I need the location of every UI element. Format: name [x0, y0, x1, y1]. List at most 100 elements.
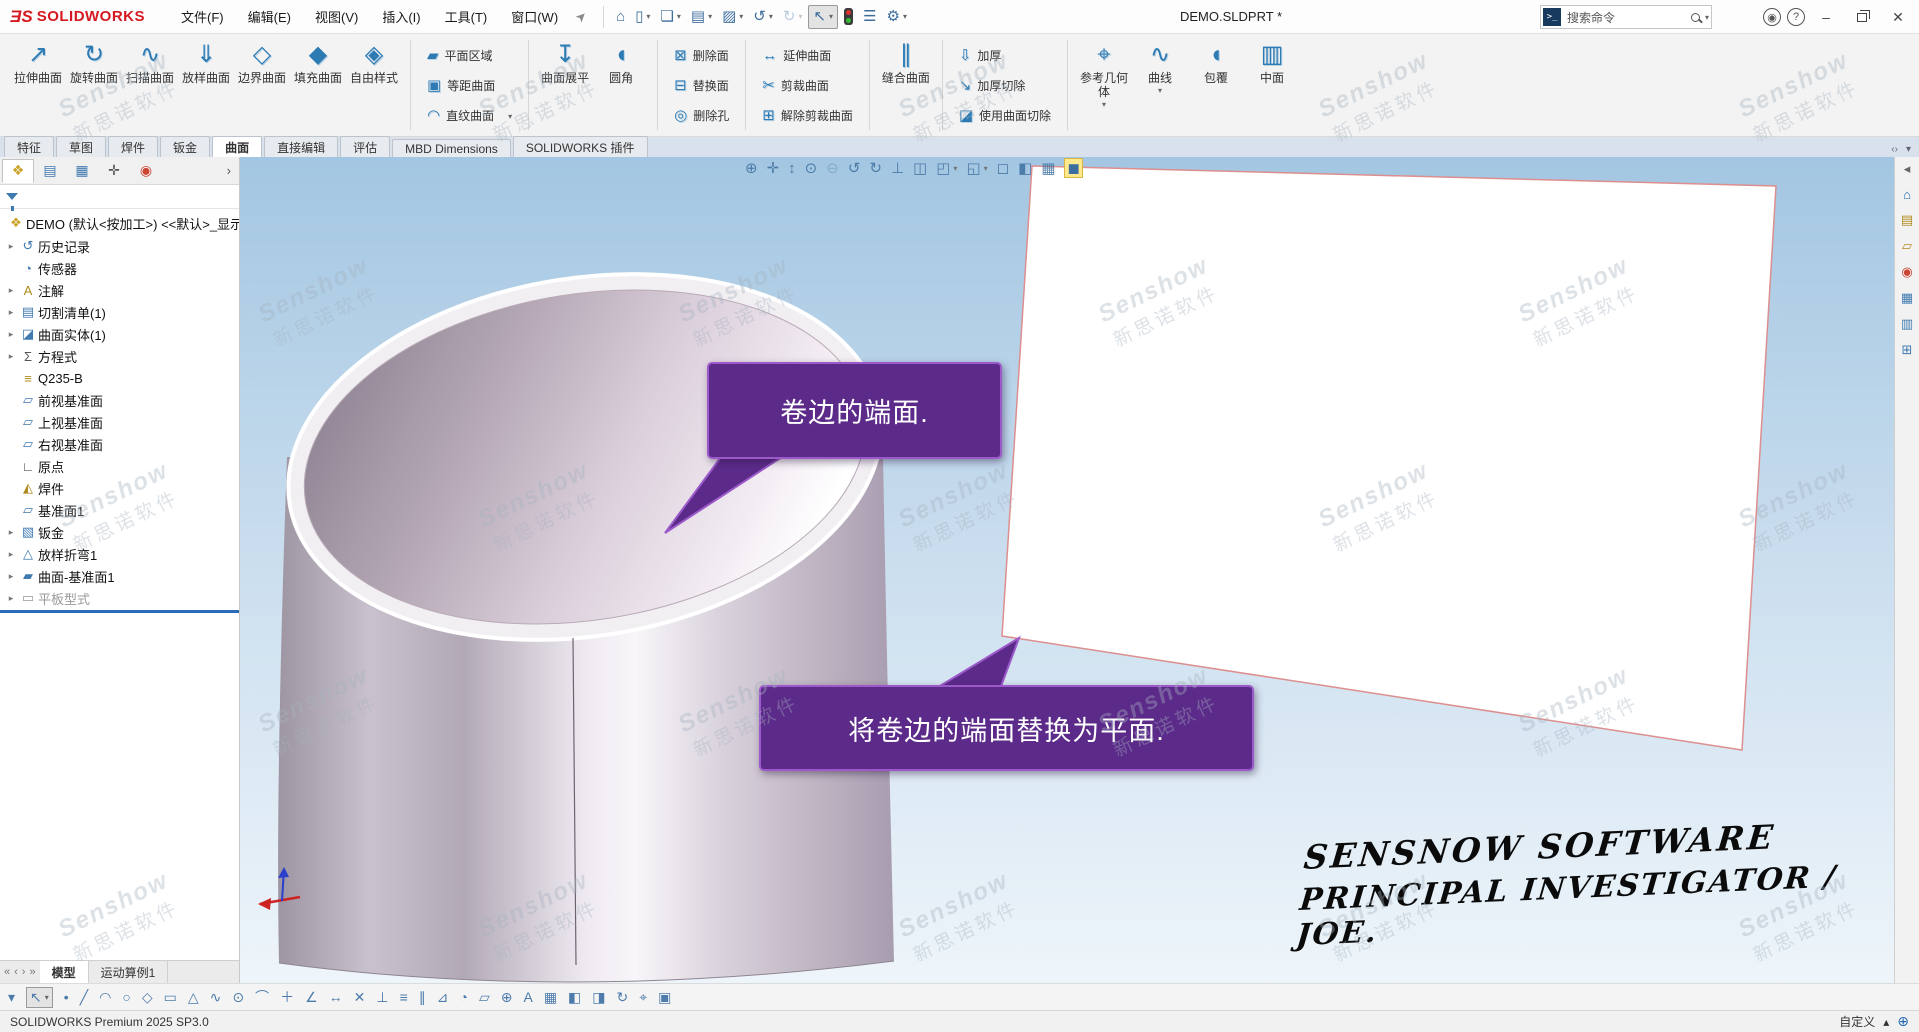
ribbon-button-等距曲面[interactable]: ▣等距曲面	[423, 71, 516, 101]
ribbon-button-自由样式[interactable]: ◈自由样式	[346, 38, 402, 85]
ribbon-button-删除孔[interactable]: ◎删除孔	[670, 101, 733, 131]
forum-icon[interactable]: ▥	[1901, 316, 1913, 332]
ribbon-button-缝合曲面[interactable]: ∥缝合曲面	[878, 38, 934, 85]
ribbon-button-填充曲面[interactable]: ◆填充曲面	[290, 38, 346, 85]
menu-文件(F)[interactable]: 文件(F)	[171, 3, 234, 30]
ribbon-button-旋转曲面[interactable]: ↻旋转曲面	[66, 38, 122, 85]
dropdown-caret[interactable]: ▾	[45, 993, 49, 1002]
circle-tool-icon[interactable]: ○	[122, 989, 130, 1005]
expand-arrow-icon[interactable]: ▸	[4, 549, 18, 560]
dropdown-caret[interactable]: ▾	[984, 164, 988, 173]
options-button[interactable]: ⚙▾	[883, 6, 911, 28]
tab-scroll-icon[interactable]: ‹›	[1891, 144, 1898, 155]
ribbon-button-放样曲面[interactable]: ⇓放样曲面	[178, 38, 234, 85]
angle-tool-icon[interactable]: ∠	[305, 989, 318, 1006]
dropdown-caret[interactable]: ▾	[508, 112, 512, 121]
select-tool-icon[interactable]: ↖▾	[26, 987, 53, 1008]
tree-item-原点[interactable]: ∟原点	[0, 455, 239, 477]
propertymanager-tab[interactable]: ▤	[34, 159, 66, 183]
menu-编辑(E)[interactable]: 编辑(E)	[238, 3, 301, 30]
restore-button[interactable]	[1847, 4, 1877, 30]
ribbon-button-圆角[interactable]: ◖圆角	[593, 38, 649, 85]
zoom-fit-icon[interactable]: ⊕	[745, 159, 758, 177]
close-button[interactable]: ✕	[1883, 4, 1913, 30]
tab-运动算例1[interactable]: 运动算例1	[89, 961, 169, 983]
ribbon-button-拉伸曲面[interactable]: ↗拉伸曲面	[10, 38, 66, 85]
polygon-tool-icon[interactable]: △	[188, 989, 199, 1006]
save-button[interactable]: ▤▾	[687, 6, 716, 28]
open-button[interactable]: ❏▾	[656, 6, 684, 28]
ribbon-button-使用曲面切除[interactable]: ◪使用曲面切除	[955, 101, 1055, 131]
mirror-tool-icon[interactable]: ↔	[329, 989, 343, 1005]
edit-appearance-icon[interactable]: ◧	[1018, 159, 1032, 177]
hide-show-items-icon[interactable]: ◻	[997, 159, 1009, 177]
dimxpertmanager-tab[interactable]: ✛	[98, 159, 130, 183]
account-icon[interactable]: ◉	[1763, 8, 1781, 26]
table-tool-icon[interactable]: ▦	[544, 989, 557, 1006]
appearances-icon[interactable]: ◉	[1901, 264, 1912, 280]
customize-caret-icon[interactable]: ▴	[1883, 1015, 1889, 1029]
smart-dimension-icon[interactable]: ◔	[459, 989, 467, 1005]
dropdown-caret[interactable]: ▾	[903, 12, 907, 21]
note-tool-icon[interactable]: ▣	[658, 989, 671, 1006]
tree-item-曲面实体(1)[interactable]: ▸◪曲面实体(1)	[0, 323, 239, 345]
parallel-tool-icon[interactable]: ∥	[419, 989, 426, 1006]
command-search[interactable]: >_ 搜索命令 ▾	[1540, 5, 1712, 29]
normal-to-icon[interactable]: ⊥	[891, 159, 904, 177]
previous-view-icon[interactable]: ↺	[848, 159, 861, 177]
tree-item-切割清单(1)[interactable]: ▸▤切割清单(1)	[0, 301, 239, 323]
dropdown-caret[interactable]: ▾	[798, 12, 802, 21]
documents-icon[interactable]: ⊞	[1902, 342, 1913, 358]
tab-特征[interactable]: 特征	[4, 136, 54, 157]
view-settings-icon[interactable]: ◼	[1064, 158, 1082, 178]
dropdown-caret[interactable]: ▾	[953, 164, 957, 173]
point-tool-icon[interactable]: •	[64, 989, 69, 1005]
ribbon-button-剪裁曲面[interactable]: ✂剪裁曲面	[758, 71, 857, 101]
plus-tool-icon[interactable]: ＋	[280, 987, 294, 1007]
arc-tool-icon[interactable]: ◠	[99, 989, 111, 1006]
collapse-taskpane-icon[interactable]: ◂	[1904, 161, 1911, 177]
text-tool-icon[interactable]: A	[523, 989, 532, 1005]
custom-properties-icon[interactable]: ▦	[1901, 290, 1913, 306]
display-style-icon[interactable]: ◱▾	[966, 159, 987, 177]
home-button[interactable]: ⌂	[612, 6, 629, 28]
sketch-tool-icon[interactable]: ▾	[8, 989, 15, 1006]
shade-tool-icon[interactable]: ◨	[592, 989, 605, 1006]
ribbon-button-扫描曲面[interactable]: ∿扫描曲面	[122, 38, 178, 85]
ribbon-button-平面区域[interactable]: ▰平面区域	[423, 41, 516, 71]
ribbon-button-替换面[interactable]: ⊟替换面	[670, 71, 733, 101]
ellipse-tool-icon[interactable]: ◇	[142, 989, 153, 1006]
tab-评估[interactable]: 评估	[340, 136, 390, 157]
tree-item-放样折弯1[interactable]: ▸△放样折弯1	[0, 543, 239, 565]
trim-tool-icon[interactable]: ✕	[354, 989, 366, 1006]
menu-工具(T)[interactable]: 工具(T)	[435, 3, 498, 30]
ribbon-button-删除面[interactable]: ⊠删除面	[670, 41, 733, 71]
tree-root-item[interactable]: ❖ DEMO (默认<按加工>) <<默认>_显示	[0, 211, 239, 235]
minimize-button[interactable]: –	[1811, 4, 1841, 30]
file-explorer-icon[interactable]: ▱	[1902, 238, 1912, 254]
ribbon-button-中面[interactable]: ▥中面	[1244, 38, 1300, 85]
ribbon-button-直纹曲面[interactable]: ◠直纹曲面▾	[423, 101, 516, 131]
tree-item-Q235-B[interactable]: ≡Q235-B	[0, 367, 239, 389]
perpendicular-tool-icon[interactable]: ⊥	[376, 989, 388, 1006]
ribbon-button-包覆[interactable]: ◖包覆	[1188, 38, 1244, 85]
customize-label[interactable]: 自定义	[1839, 1013, 1875, 1030]
tree-item-上视基准面[interactable]: ▱上视基准面	[0, 411, 239, 433]
expand-arrow-icon[interactable]: ▸	[4, 571, 18, 582]
print-button[interactable]: ▨▾	[718, 6, 747, 28]
dropdown-caret[interactable]: ▾	[1158, 86, 1162, 95]
featuremanager-tab[interactable]: ❖	[2, 159, 34, 183]
apply-scene-icon[interactable]: ▦	[1041, 159, 1055, 177]
tab-nav-icon[interactable]: ‹	[14, 966, 18, 978]
rollback-bar[interactable]	[0, 610, 239, 613]
tab-MBD Dimensions[interactable]: MBD Dimensions	[392, 139, 511, 157]
menu-插入(I)[interactable]: 插入(I)	[372, 3, 430, 30]
rectangle-tool-icon[interactable]: ▭	[164, 989, 177, 1006]
fillet-tool-icon[interactable]: ⌒	[255, 987, 269, 1007]
redo-button[interactable]: ↻▾	[779, 6, 807, 28]
expand-arrow-icon[interactable]: ▸	[4, 307, 18, 318]
tab-模型[interactable]: 模型	[40, 961, 89, 983]
surface-tool-icon[interactable]: ◧	[568, 989, 581, 1006]
expand-arrow-icon[interactable]: ▸	[4, 241, 18, 252]
rebuild-button[interactable]	[840, 5, 857, 28]
